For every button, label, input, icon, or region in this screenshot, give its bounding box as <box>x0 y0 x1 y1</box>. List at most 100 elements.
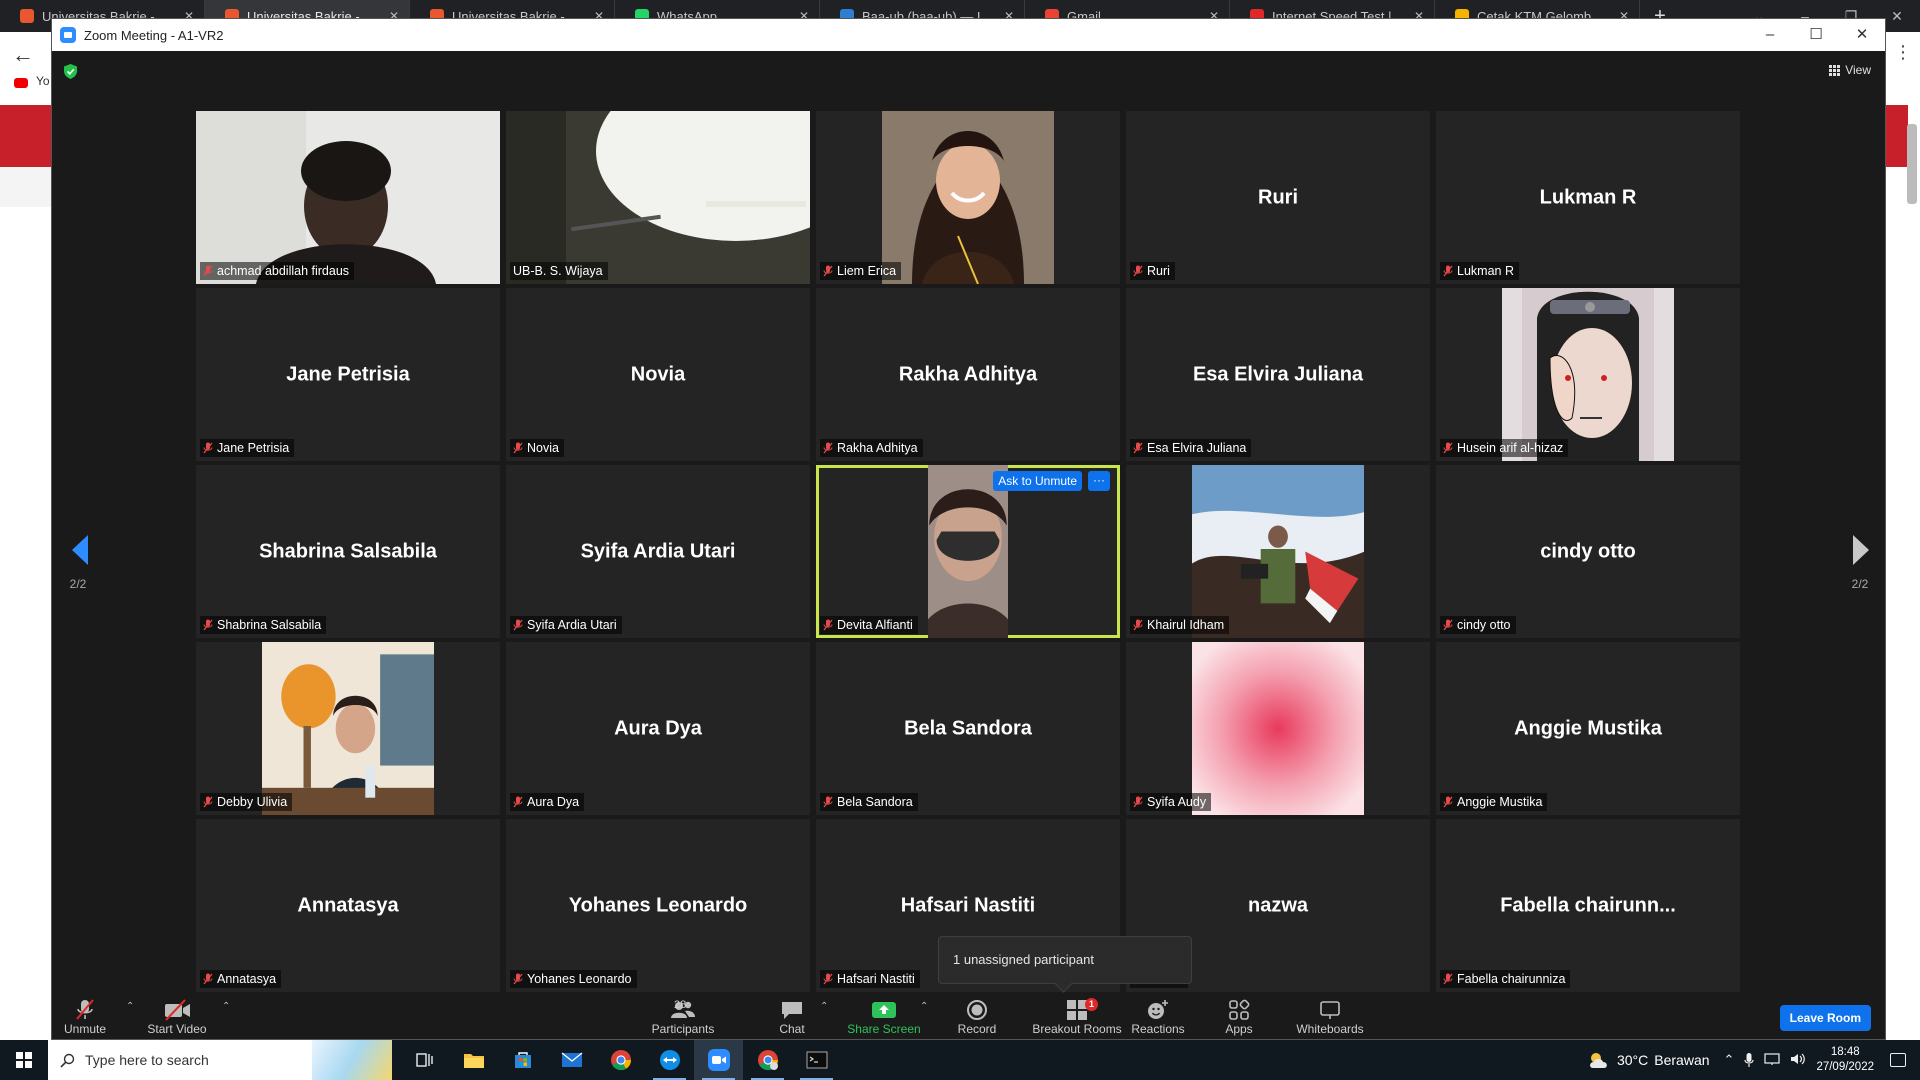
participant-display-name: Annatasya <box>297 894 399 916</box>
participant-tile[interactable]: Devita Alfianti Ask to Unmute ··· <box>816 465 1120 638</box>
participant-tile[interactable]: UB-B. S. Wijaya <box>506 111 810 284</box>
previous-page-button[interactable]: 2/2 <box>68 535 88 591</box>
participant-tile[interactable]: Anggie Mustika Anggie Mustika <box>1436 642 1740 815</box>
participant-name-label: Bela Sandora <box>820 793 918 811</box>
muted-mic-icon <box>203 973 213 985</box>
participant-name-label: Jane Petrisia <box>200 439 295 457</box>
chrome-profile-icon[interactable] <box>743 1040 792 1080</box>
participant-tile[interactable]: Debby Ulivia <box>196 642 500 815</box>
participant-tile[interactable]: achmad abdillah firdaus <box>196 111 500 284</box>
participant-tile[interactable]: Bela Sandora Bela Sandora <box>816 642 1120 815</box>
participant-tile[interactable]: Liem Erica <box>816 111 1120 284</box>
microphone-muted-icon <box>76 999 94 1020</box>
participants-count: 28 <box>674 999 687 1011</box>
participant-tile[interactable]: Fabella chairunn... Fabella chairunniza <box>1436 819 1740 992</box>
browser-scrollbar[interactable] <box>1907 124 1917 204</box>
chrome-icon[interactable] <box>596 1040 645 1080</box>
participant-display-name: nazwa <box>1247 894 1309 916</box>
view-button[interactable]: View <box>1829 63 1871 77</box>
browser-page-right: ⋮ <box>1886 32 1920 1040</box>
zoom-title-bar: Zoom Meeting - A1-VR2 – ☐ ✕ <box>52 19 1885 51</box>
next-page-button[interactable]: 2/2 <box>1851 535 1869 591</box>
participant-tile[interactable]: cindy otto cindy otto <box>1436 465 1740 638</box>
chat-label: Chat <box>779 1022 805 1036</box>
microphone-icon[interactable] <box>1744 1052 1755 1068</box>
participant-tile[interactable]: Rakha Adhitya Rakha Adhitya <box>816 288 1120 461</box>
participant-tile[interactable]: Shabrina Salsabila Shabrina Salsabila <box>196 465 500 638</box>
share-options-caret[interactable]: ⌃ <box>920 1001 928 1012</box>
zoom-app-icon <box>60 27 76 43</box>
muted-mic-icon <box>1443 442 1453 454</box>
page-header-band <box>0 105 51 167</box>
taskbar-search-box[interactable]: Type here to search <box>48 1040 392 1080</box>
file-explorer-icon[interactable] <box>449 1040 498 1080</box>
windows-logo-icon <box>16 1052 32 1068</box>
participant-name: cindy otto <box>1457 618 1511 632</box>
terminal-icon[interactable] <box>792 1040 841 1080</box>
share-screen-icon <box>872 1002 896 1018</box>
share-screen-button[interactable]: Share Screen <box>839 997 929 1037</box>
participant-tile[interactable]: Khairul Idham <box>1126 465 1430 638</box>
participant-tile[interactable]: Aura Dya Aura Dya <box>506 642 810 815</box>
participant-tile[interactable]: Lukman R Lukman R <box>1436 111 1740 284</box>
leave-room-button[interactable]: Leave Room <box>1779 1005 1871 1031</box>
reactions-button[interactable]: Reactions <box>1113 997 1203 1037</box>
notification-icon[interactable] <box>1890 1053 1906 1067</box>
task-view-icon[interactable] <box>400 1040 449 1080</box>
participant-tile[interactable]: Jane Petrisia Jane Petrisia <box>196 288 500 461</box>
microsoft-store-icon[interactable] <box>498 1040 547 1080</box>
chat-icon <box>782 1002 802 1019</box>
participant-name: Devita Alfianti <box>837 618 913 632</box>
participants-button[interactable]: 28 Participants <box>638 997 728 1037</box>
teamviewer-icon[interactable] <box>645 1040 694 1080</box>
mail-icon[interactable] <box>547 1040 596 1080</box>
apps-button[interactable]: Apps <box>1194 997 1284 1037</box>
start-button[interactable] <box>0 1040 48 1080</box>
video-options-caret[interactable]: ⌃ <box>222 1001 230 1012</box>
back-arrow-icon[interactable]: ← <box>12 42 34 68</box>
bookmark-youtube[interactable]: Yo <box>36 74 50 88</box>
video-off-icon <box>165 999 190 1021</box>
participant-name: Shabrina Salsabila <box>217 618 322 632</box>
participant-display-name: Shabrina Salsabila <box>259 540 437 562</box>
encryption-shield-icon[interactable] <box>64 64 77 79</box>
muted-mic-icon <box>1133 442 1143 454</box>
participant-display-name: Rakha Adhitya <box>898 363 1038 385</box>
participant-tile[interactable]: Syifa Audy <box>1126 642 1430 815</box>
participant-name: Jane Petrisia <box>217 441 290 455</box>
record-button[interactable]: Record <box>932 997 1022 1037</box>
participant-tile[interactable]: Syifa Ardia Utari Syifa Ardia Utari <box>506 465 810 638</box>
participant-name-label: Yohanes Leonardo <box>510 970 637 988</box>
maximize-button[interactable]: ☐ <box>1793 19 1839 51</box>
participant-tile[interactable]: Husein arif al-hizaz <box>1436 288 1740 461</box>
start-video-button[interactable]: Start Video <box>132 997 222 1037</box>
participant-display-name: Jane Petrisia <box>286 363 410 385</box>
ask-to-unmute-button[interactable]: Ask to Unmute <box>993 471 1082 491</box>
participant-tile[interactable]: Yohanes Leonardo Yohanes Leonardo <box>506 819 810 992</box>
taskbar-clock[interactable]: 18:48 27/09/2022 <box>1816 1045 1874 1075</box>
muted-mic-icon <box>513 442 523 454</box>
minimize-button[interactable]: – <box>1747 19 1793 51</box>
weather-cloud-sun-icon <box>1590 1053 1607 1068</box>
participant-tile[interactable]: Ruri Ruri <box>1126 111 1430 284</box>
zoom-taskbar-icon[interactable] <box>694 1040 743 1080</box>
volume-icon[interactable] <box>1790 1052 1806 1066</box>
chevron-up-icon[interactable]: ⌃ <box>1724 1052 1735 1068</box>
browser-menu-icon[interactable]: ⋮ <box>1894 42 1912 63</box>
network-icon[interactable] <box>1764 1052 1781 1066</box>
weather-widget[interactable]: 30°C Berawan <box>1587 1050 1710 1070</box>
participant-video <box>261 642 435 815</box>
participant-tile[interactable]: Novia Novia <box>506 288 810 461</box>
close-button[interactable]: ✕ <box>1839 19 1885 51</box>
participant-tile[interactable]: Esa Elvira Juliana Esa Elvira Juliana <box>1126 288 1430 461</box>
participant-video <box>506 111 810 284</box>
participant-tile[interactable]: Annatasya Annatasya <box>196 819 500 992</box>
participant-video <box>1191 642 1365 815</box>
whiteboards-button[interactable]: Whiteboards <box>1275 997 1385 1037</box>
chat-options-caret[interactable]: ⌃ <box>820 1001 828 1012</box>
more-options-button[interactable]: ··· <box>1088 471 1110 491</box>
participant-name: Aura Dya <box>527 795 580 809</box>
unmute-button[interactable]: Unmute <box>40 997 130 1037</box>
participant-display-name: Bela Sandora <box>904 717 1032 739</box>
participant-name-label: Anggie Mustika <box>1440 793 1548 811</box>
